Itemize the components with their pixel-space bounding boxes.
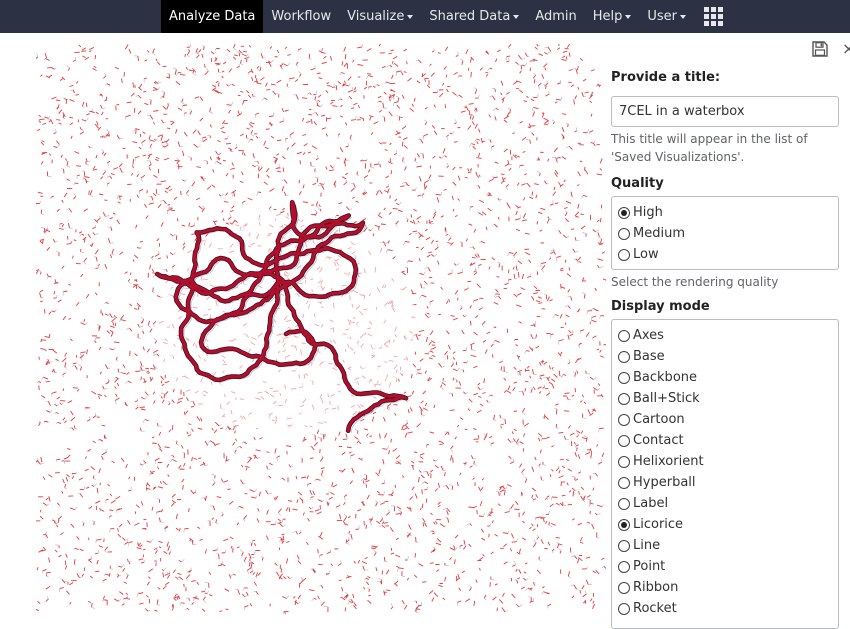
- molecule-viewer[interactable]: [36, 44, 606, 614]
- radio-icon[interactable]: [618, 350, 630, 363]
- nav-label: Shared Data: [429, 9, 511, 24]
- radio-icon[interactable]: [618, 560, 630, 573]
- floppy-disk-icon: [812, 41, 828, 57]
- quality-label: Quality: [611, 176, 664, 191]
- radio-icon[interactable]: [618, 248, 630, 261]
- display-option-rocket[interactable]: Rocket: [618, 598, 838, 619]
- radio-icon[interactable]: [618, 371, 630, 384]
- display-option-line[interactable]: Line: [618, 535, 838, 556]
- radio-icon[interactable]: [618, 434, 630, 447]
- caret-down-icon: [407, 14, 414, 19]
- quality-option-medium[interactable]: Medium: [618, 223, 838, 244]
- option-label: Ribbon: [633, 580, 679, 595]
- nav-workflow[interactable]: Workflow: [263, 0, 339, 33]
- close-icon: ×: [842, 39, 850, 58]
- display-option-helixorient[interactable]: Helixorient: [618, 451, 838, 472]
- option-label: Ball+Stick: [633, 391, 700, 406]
- molecule-canvas[interactable]: [36, 44, 606, 614]
- display-option-ribbon[interactable]: Ribbon: [618, 577, 838, 598]
- nav-menu: Analyze Data Workflow Visualize Shared D…: [161, 0, 731, 33]
- radio-icon[interactable]: [618, 455, 630, 468]
- quality-help-text: Select the rendering quality: [611, 275, 779, 289]
- display-option-label[interactable]: Label: [618, 493, 838, 514]
- radio-checked-icon[interactable]: [618, 518, 630, 531]
- radio-checked-icon[interactable]: [618, 206, 630, 219]
- option-label: Medium: [633, 226, 685, 241]
- nav-label: Help: [592, 9, 623, 24]
- option-label: Point: [633, 559, 666, 574]
- title-label: Provide a title:: [611, 70, 721, 85]
- save-button[interactable]: [811, 40, 829, 58]
- caret-down-icon: [625, 14, 632, 19]
- radio-icon[interactable]: [618, 413, 630, 426]
- nav-label: Visualize: [347, 9, 405, 24]
- quality-option-low[interactable]: Low: [618, 244, 838, 265]
- option-label: Cartoon: [633, 412, 685, 427]
- nav-analyze-data[interactable]: Analyze Data: [161, 0, 264, 33]
- radio-icon[interactable]: [618, 497, 630, 510]
- display-option-axes[interactable]: Axes: [618, 325, 838, 346]
- top-navbar: Analyze Data Workflow Visualize Shared D…: [0, 0, 850, 33]
- radio-icon[interactable]: [618, 539, 630, 552]
- display-option-contact[interactable]: Contact: [618, 430, 838, 451]
- option-label: Contact: [633, 433, 684, 448]
- radio-icon[interactable]: [618, 476, 630, 489]
- display-option-cartoon[interactable]: Cartoon: [618, 409, 838, 430]
- title-help-text: This title will appear in the list of 'S…: [611, 132, 808, 164]
- display-option-point[interactable]: Point: [618, 556, 838, 577]
- nav-admin[interactable]: Admin: [527, 0, 584, 33]
- radio-icon[interactable]: [618, 329, 630, 342]
- visualization-form: Provide a title: This title will appear …: [611, 70, 843, 629]
- nav-apps[interactable]: [694, 0, 731, 33]
- option-label: Helixorient: [633, 454, 704, 469]
- radio-icon[interactable]: [618, 581, 630, 594]
- option-label: Licorice: [633, 517, 684, 532]
- display-option-base[interactable]: Base: [618, 346, 838, 367]
- option-label: Label: [633, 496, 669, 511]
- nav-label: Admin: [535, 9, 577, 24]
- option-label: Axes: [633, 328, 664, 343]
- nav-label: Workflow: [271, 9, 332, 24]
- nav-help[interactable]: Help: [585, 0, 640, 33]
- radio-icon[interactable]: [618, 602, 630, 615]
- display-option-backbone[interactable]: Backbone: [618, 367, 838, 388]
- option-label: Low: [633, 247, 659, 262]
- grid-icon: [704, 7, 724, 26]
- option-label: High: [633, 205, 663, 220]
- nav-label: Analyze Data: [169, 9, 256, 24]
- option-label: Hyperball: [633, 475, 696, 490]
- nav-shared-data[interactable]: Shared Data: [421, 0, 527, 33]
- radio-icon[interactable]: [618, 392, 630, 405]
- nav-visualize[interactable]: Visualize: [339, 0, 421, 33]
- display-mode-radio-group: Axes Base Backbone Ball+Stick Cartoon Co…: [611, 319, 839, 629]
- option-label: Base: [633, 349, 665, 364]
- nav-user[interactable]: User: [639, 0, 694, 33]
- display-mode-label: Display mode: [611, 299, 710, 314]
- caret-down-icon: [513, 14, 520, 19]
- caret-down-icon: [680, 14, 687, 19]
- display-option-hyperball[interactable]: Hyperball: [618, 472, 838, 493]
- option-label: Backbone: [633, 370, 698, 385]
- radio-icon[interactable]: [618, 227, 630, 240]
- display-option-licorice[interactable]: Licorice: [618, 514, 838, 535]
- display-option-ball-stick[interactable]: Ball+Stick: [618, 388, 838, 409]
- quality-radio-group: High Medium Low: [611, 196, 839, 270]
- quality-option-high[interactable]: High: [618, 202, 838, 223]
- nav-label: User: [647, 9, 678, 24]
- option-label: Line: [633, 538, 661, 553]
- close-button[interactable]: ×: [842, 39, 850, 59]
- title-input[interactable]: [611, 96, 839, 127]
